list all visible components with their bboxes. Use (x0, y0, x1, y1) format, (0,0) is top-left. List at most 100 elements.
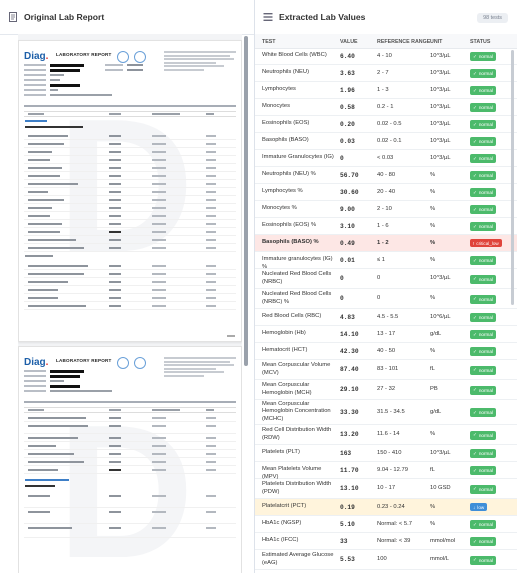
check-icon: ✓ (473, 104, 477, 110)
original-report-panel: Original Lab Report D Diag. LABORATORY R… (0, 0, 255, 573)
extracted-values-header: Extracted Lab Values 98 tests (255, 0, 517, 35)
table-row[interactable]: Hematocrit (HCT) 42.30 40 - 50% ✓ normal (255, 343, 517, 360)
table-row[interactable]: Immature granulocytes (IG) % 0.01 ≤ 1% ✓ nor… (255, 252, 517, 270)
table-row[interactable]: Mean Platelets Volume (MPV) 11.70 9.04 - 1… (255, 462, 517, 480)
status-cell: ✓ normal (470, 188, 496, 197)
col-reference-range[interactable]: REFERENCE RANGE (377, 39, 430, 45)
table-row[interactable]: HbA1c (NGSP) 5.10 Normal: < 5.7% ✓ normal (255, 516, 517, 533)
status-cell: ✓ normal (470, 69, 496, 78)
test-name: Estimated Average Glucose (eAG) (262, 552, 334, 566)
table-row[interactable]: Neutrophils (NEU) 3.63 2 - 7 10^3/µL ✓ normal (255, 65, 517, 82)
col-status[interactable]: STATUS (470, 39, 490, 45)
check-icon: ✓ (473, 450, 477, 456)
status-badge: ✓ normal (470, 537, 496, 546)
reference-range: 9.04 - 12.79 (377, 466, 408, 473)
table-row[interactable]: Mean Corpuscular Hemoglobin (MCH) 29.10 27… (255, 380, 517, 400)
reference-range: 83 - 101 (377, 366, 399, 372)
test-unit: g/dL (430, 330, 442, 337)
reference-range: 0.02 - 0.5 (377, 120, 402, 127)
status-cell: ✓ normal (470, 154, 496, 163)
status-label: normal (478, 258, 493, 263)
table-row[interactable]: Basophils (BASO) 0.03 0.02 - 0.1 10^3/µL ✓ no… (255, 133, 517, 150)
table-row[interactable]: Monocytes % 9.00 2 - 10% ✓ normal (255, 201, 517, 218)
table-row[interactable]: Eosinophils (EOS) % 3.10 1 - 6% ✓ normal (255, 218, 517, 235)
status-cell: ✓ normal (470, 449, 496, 458)
test-value: 1.96 (340, 86, 355, 94)
col-value[interactable]: VALUE (340, 39, 358, 45)
status-badge: ! critical_low (470, 239, 502, 247)
tests-count-badge: 98 tests (477, 13, 508, 23)
section-hba1c (25, 485, 55, 488)
table-row[interactable]: Monocytes 0.58 0.2 - 1 10^3/µL ✓ normal (255, 99, 517, 116)
table-row[interactable]: White Blood Cells (WBC) 6.40 4 - 10 10^3/µL… (255, 48, 517, 65)
status-badge: ✓ normal (470, 274, 496, 284)
status-cell: ✓ normal (470, 537, 496, 546)
check-icon: ✓ (473, 172, 477, 178)
table-row[interactable]: Platelets Distribution Width (PDW) 13.10 1… (255, 479, 517, 499)
status-cell: ✓ normal (470, 256, 496, 265)
col-test[interactable]: TEST (262, 39, 276, 45)
status-badge: ✓ normal (470, 256, 496, 265)
table-row[interactable]: Neutrophils (NEU) % 56.70 40 - 80% ✓ normal (255, 167, 517, 184)
test-value: 0.19 (340, 503, 355, 511)
table-row[interactable]: Immature Granulocytes (IG) 0 < 0.03 10^3/µL… (255, 150, 517, 167)
status-label: normal (478, 54, 493, 59)
report-title: LABORATORY REPORT (56, 358, 112, 363)
reference-range: 10 - 17 (377, 485, 396, 491)
table-row[interactable]: Lymphocytes 1.96 1 - 3 10^3/µL ✓ normal (255, 82, 517, 99)
status-cell: ✓ normal (470, 103, 496, 112)
test-unit: 10^3/µL (430, 86, 451, 93)
status-badge: ✓ normal (470, 520, 496, 529)
lab-address-block (164, 357, 236, 379)
values-table-scrollbar[interactable] (511, 50, 514, 305)
check-icon: ✓ (473, 223, 477, 229)
test-value: 163 (340, 449, 352, 457)
report-page-2: D Diag. LABORATORY REPORT (18, 346, 242, 573)
reference-range: Normal: < 5.7 (377, 520, 412, 527)
test-name: Neutrophils (NEU) (262, 69, 310, 76)
table-row[interactable]: Nucleated Red Blood Cells (NRBC) 0 0 10^3/µ… (255, 269, 517, 289)
test-unit: % (430, 239, 436, 246)
status-label: normal (478, 387, 493, 393)
test-value: 11.70 (340, 466, 359, 474)
test-unit: 10 GSD (430, 485, 451, 491)
report-viewer-scrollbar[interactable] (244, 36, 248, 366)
test-unit: % (430, 171, 436, 178)
test-value: 13.20 (340, 431, 359, 438)
test-value: 5.10 (340, 520, 355, 528)
test-unit: % (430, 188, 436, 195)
check-icon: ✓ (473, 121, 477, 127)
table-row[interactable]: Mean Corpuscular Hemoglobin Concentratio… (255, 400, 517, 425)
accreditation-seal-icon (117, 51, 129, 63)
table-row[interactable]: Platelets (PLT) 163 150 - 410 10^3/µL ✓ norma… (255, 445, 517, 462)
test-unit: 10^3/µL (430, 120, 451, 127)
check-icon: ✓ (473, 257, 477, 263)
table-row[interactable]: HbA1c (IFCC) 33 Normal: < 39 mmol/mol ✓ norma… (255, 533, 517, 550)
test-value: 3.10 (340, 222, 355, 230)
check-icon: ✓ (473, 189, 477, 195)
report-viewer[interactable]: D Diag. LABORATORY REPORT D Diag. LABORA… (18, 34, 242, 573)
test-name: Platelets Distribution Width (PDW) (262, 481, 332, 495)
test-unit: % (430, 205, 436, 212)
table-row[interactable]: Platelatcrit (PCT) 0.19 0.23 - 0.24% ↓ low (255, 499, 517, 516)
table-row[interactable]: Hemoglobin (Hb) 14.10 13 - 17 g/dL ✓ normal (255, 326, 517, 343)
status-label: normal (478, 349, 493, 354)
test-value: 13.10 (340, 485, 359, 492)
patient-info-block (24, 369, 144, 394)
table-row[interactable]: Nucleated Red Blood Cells (NRBC) % 0 0% ✓ no… (255, 289, 517, 309)
table-row[interactable]: Red Blood Cells (RBC) 4.83 4.5 - 5.5 10^6/µ… (255, 309, 517, 326)
table-row[interactable]: Mean Corpuscular Volume (MCV) 87.40 83 - 1… (255, 360, 517, 380)
table-row[interactable]: Basophils (BASO) % 0.49 1 - 2%! critical_lo… (255, 235, 517, 252)
table-row[interactable]: Estimated Average Glucose (eAG) 5.53 100 mm… (255, 550, 517, 570)
test-unit: % (430, 431, 436, 437)
status-badge: ✓ normal (470, 120, 496, 129)
reference-range: 1 - 6 (377, 222, 389, 229)
status-label: normal (478, 410, 493, 415)
table-row[interactable]: Lymphocytes % 30.60 20 - 40% ✓ normal (255, 184, 517, 201)
col-unit[interactable]: UNIT (430, 39, 442, 45)
test-unit: fL (430, 366, 435, 372)
table-row[interactable]: Red Cell Distribution Width (RDW) 13.20 11… (255, 425, 517, 445)
table-row[interactable]: Eosinophils (EOS) 0.20 0.02 - 0.5 10^3/µL ✓ n… (255, 116, 517, 133)
reference-range: 27 - 32 (377, 386, 396, 392)
status-cell: ✓ normal (470, 484, 496, 494)
